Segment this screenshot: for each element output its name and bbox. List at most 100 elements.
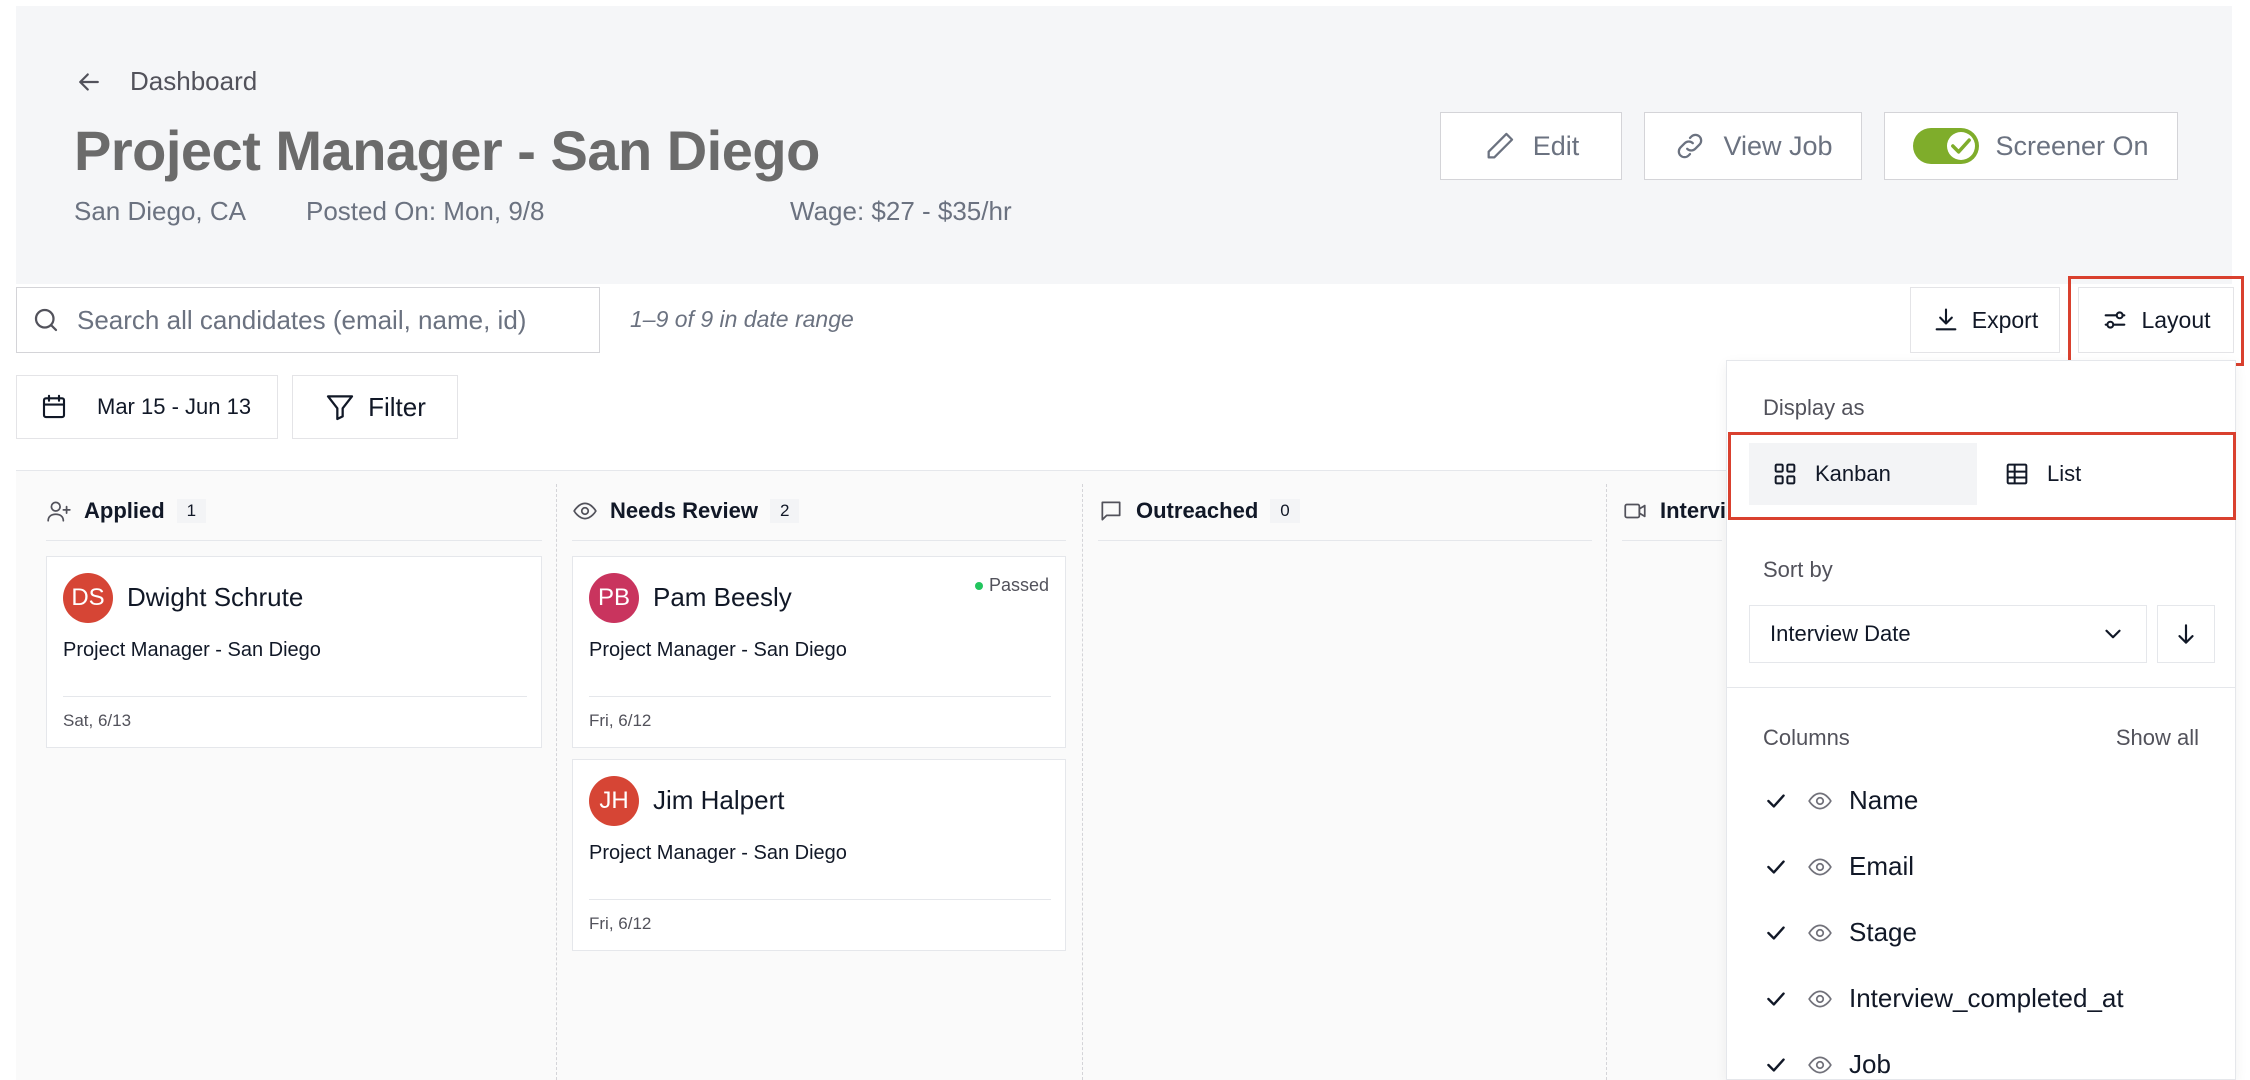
toggle-check-icon [1947,132,1976,160]
grid-icon [1774,463,1796,485]
pencil-icon [1487,132,1513,159]
back-label: Dashboard [130,66,258,96]
column-toggle-job[interactable]: Job [1763,1049,1891,1079]
column-toggle-label: Stage [1849,917,1917,947]
eye-icon[interactable] [1807,788,1833,814]
status-badge: Passed [974,575,1049,596]
filter-button[interactable]: Filter [292,375,458,439]
column-divider [572,540,1066,541]
filter-label: Filter [368,391,426,422]
date-range-label: Mar 15 - Jun 13 [97,394,252,419]
export-button[interactable]: Export [1910,287,2060,353]
calendar-icon [42,394,66,419]
column-count: 1 [176,499,207,523]
avatar: JH [589,776,639,826]
search-input[interactable] [77,304,577,336]
candidate-card[interactable]: DS Dwight Schrute Project Manager - San … [46,556,542,748]
candidate-date: Fri, 6/12 [589,914,652,933]
sort-by-label: Sort by [1763,557,1833,582]
candidate-name: Jim Halpert [653,785,785,815]
view-job-button[interactable]: View Job [1644,112,1862,180]
edit-button[interactable]: Edit [1440,112,1622,180]
check-icon [1767,925,1785,940]
column-header-applied: Applied 1 [46,498,207,524]
column-divider [1098,540,1592,541]
arrow-down-icon [2178,624,2194,644]
column-separator [1606,484,1607,1080]
filter-icon [326,395,354,421]
view-job-label: View Job [1723,130,1833,161]
column-divider [1622,540,1722,541]
job-wage: Wage: $27 - $35/hr [790,196,1012,226]
column-toggle-interview-completed[interactable]: Interview_completed_at [1763,983,2124,1014]
eye-icon [573,502,597,520]
check-icon [1767,1057,1785,1072]
show-all-button[interactable]: Show all [2116,725,2199,751]
check-icon [1767,859,1785,874]
job-posted-date: Posted On: Mon, 9/8 [306,196,545,226]
display-as-label: Display as [1763,395,1865,420]
column-count: 0 [1270,499,1300,523]
column-toggle-label: Interview_completed_at [1849,983,2124,1013]
column-separator [556,484,557,1080]
column-separator [1082,484,1083,1080]
date-range-button[interactable]: Mar 15 - Jun 13 [16,375,278,439]
column-header-outreached: Outreached 0 [1098,498,1300,524]
candidate-name: Dwight Schrute [127,582,304,612]
candidate-date: Fri, 6/12 [589,711,652,730]
sort-direction-button[interactable] [2157,605,2215,663]
result-range-text: 1–9 of 9 in date range [630,306,854,332]
column-header-needs-review: Needs Review 2 [572,498,800,524]
candidate-job: Project Manager - San Diego [589,842,847,864]
kanban-option[interactable]: Kanban [1749,443,1977,505]
card-divider [63,696,527,697]
list-option[interactable]: List [1981,443,2209,505]
page-title: Project Manager - San Diego [74,119,820,182]
sliders-icon [2105,311,2126,329]
edit-label: Edit [1532,130,1580,161]
avatar: PB [589,573,639,623]
back-link[interactable]: Dashboard [74,66,257,97]
video-icon [1624,503,1646,519]
eye-icon[interactable] [1807,1052,1833,1078]
user-plus-icon [47,501,71,522]
card-divider [589,899,1051,900]
job-location: San Diego, CA [74,196,246,226]
screener-toggle-button[interactable]: Screener On [1884,112,2178,180]
candidate-date: Sat, 6/13 [63,711,132,730]
candidate-name: Pam Beesly [653,582,792,612]
search-icon [34,308,58,332]
columns-label: Columns [1763,725,1850,750]
column-header-interview: Intervi [1622,498,1726,524]
column-title: Needs Review [610,498,758,523]
eye-icon[interactable] [1807,920,1833,946]
screener-toggle[interactable] [1913,128,1980,164]
download-icon [1935,308,1957,331]
layout-panel: Display as Kanban List Sort by Interview… [1726,360,2236,1080]
candidate-card[interactable]: JH Jim Halpert Project Manager - San Die… [572,759,1066,951]
layout-label: Layout [2141,306,2211,333]
column-toggle-stage[interactable]: Stage [1763,917,1917,948]
card-divider [589,696,1051,697]
kanban-label: Kanban [1815,461,1891,486]
candidate-card[interactable]: PB Pam Beesly Passed Project Manager - S… [572,556,1066,748]
candidate-search[interactable] [16,287,600,353]
column-toggle-label: Name [1849,785,1919,815]
column-toggle-name[interactable]: Name [1763,785,1918,816]
list-label: List [2047,461,2082,486]
sort-by-value: Interview Date [1770,621,1911,646]
column-title: Outreached [1136,498,1259,523]
eye-icon[interactable] [1807,854,1833,880]
check-icon [1767,991,1785,1006]
sort-by-select[interactable]: Interview Date [1749,605,2147,663]
column-divider [46,540,542,541]
screener-label: Screener On [1995,130,2149,161]
avatar: DS [63,573,113,623]
candidate-job: Project Manager - San Diego [63,639,321,661]
column-toggle-email[interactable]: Email [1763,851,1914,882]
eye-icon[interactable] [1807,986,1833,1012]
arrow-left-icon [79,72,99,91]
status-dot [974,581,983,590]
layout-button[interactable]: Layout [2078,287,2234,353]
column-toggle-label: Job [1849,1049,1891,1079]
